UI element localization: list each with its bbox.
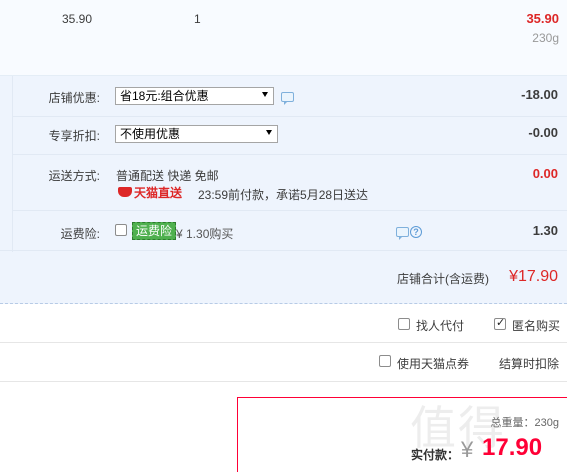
chevron-down-icon: [262, 92, 268, 97]
unit-price: 35.90: [62, 12, 93, 26]
row-divider: [13, 154, 567, 155]
pay-total: 17.90: [482, 434, 543, 461]
shop-discount-label: 店铺优惠:: [48, 91, 100, 105]
insurance-price: ¥ 1.30购买: [176, 227, 234, 241]
insurance-label: 运费险:: [60, 227, 100, 241]
exclusive-discount-label: 专享折扣:: [48, 129, 100, 143]
item-weight: 230g: [532, 31, 559, 45]
insurance-tag: 运费险: [132, 222, 177, 240]
pay-label: 实付款：: [411, 448, 460, 462]
proxy-pay-label[interactable]: 找人代付: [416, 317, 464, 334]
message-icon[interactable]: [396, 227, 409, 240]
anonymous-label[interactable]: 匿名购买: [512, 317, 560, 334]
shop-total-value: ¥17.90: [509, 268, 558, 285]
shop-discount-select[interactable]: 省18元:组合优惠: [115, 87, 274, 105]
deduct-at-checkout: 结算时扣除: [499, 357, 560, 371]
exclusive-discount-selected: 不使用优惠: [120, 127, 181, 141]
item-subtotal: 35.90: [526, 11, 559, 26]
message-icon[interactable]: [281, 92, 294, 105]
delivery-promise: 23:59前付款，承诺5月28日送达: [198, 188, 369, 202]
tmall-direct-label: 天猫直送: [134, 186, 183, 200]
row-divider: [13, 210, 567, 211]
exclusive-discount-amount: -0.00: [528, 125, 558, 140]
exclusive-discount-select[interactable]: 不使用优惠: [115, 125, 278, 143]
use-points-label[interactable]: 使用天猫点券: [397, 355, 469, 372]
shop-discount-selected: 省18元:组合优惠: [120, 89, 209, 103]
shop-total-label: 店铺合计(含运费): [397, 272, 489, 286]
row-divider: [13, 116, 567, 117]
shipping-method: 普通配送 快递 免邮: [116, 169, 219, 183]
shipping-amount: 0.00: [532, 166, 558, 181]
use-points-checkbox[interactable]: [379, 355, 391, 367]
row-divider: [0, 381, 567, 382]
currency-symbol: ¥: [461, 437, 474, 462]
anonymous-checkbox[interactable]: [494, 316, 506, 330]
total-weight: 总重量：230g: [490, 417, 559, 429]
insurance-amount: 1.30: [532, 223, 558, 238]
row-divider: [0, 250, 567, 251]
help-icon[interactable]: ?: [410, 226, 422, 238]
chevron-down-icon: [266, 130, 272, 135]
shop-discount-amount: -18.00: [521, 87, 558, 102]
insurance-checkbox[interactable]: [115, 224, 127, 236]
proxy-pay-checkbox[interactable]: [398, 318, 410, 330]
shipping-label: 运送方式:: [48, 169, 100, 183]
quantity: 1: [194, 12, 201, 26]
row-divider: [0, 342, 567, 343]
tmall-cat-icon: [118, 187, 132, 197]
